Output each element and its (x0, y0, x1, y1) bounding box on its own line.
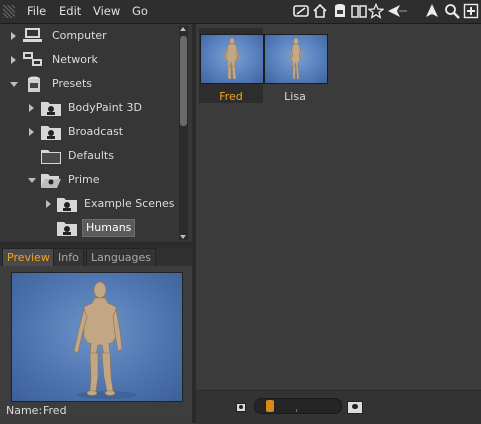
name-value: Fred (43, 404, 67, 417)
tab-preview[interactable]: Preview (2, 248, 55, 266)
back-icon[interactable] (386, 3, 408, 19)
tree-item-defaults[interactable]: Defaults (0, 144, 180, 168)
tab-info[interactable]: Info (53, 248, 84, 266)
menu-go[interactable]: Go (132, 4, 148, 18)
layout-icon[interactable] (293, 3, 309, 19)
tree-item-label: Example Scenes (84, 197, 175, 210)
scroll-down-icon[interactable] (180, 235, 186, 239)
thumbnail-fred[interactable] (200, 34, 264, 84)
tree-item-prime[interactable]: Prime (0, 168, 180, 192)
expand-arrow-icon[interactable] (11, 32, 16, 40)
human-figure-icon (223, 37, 240, 80)
expand-arrow-icon[interactable] (46, 200, 51, 208)
folder-icon (40, 123, 62, 141)
large-thumbnail-icon[interactable] (347, 401, 363, 414)
collapse-arrow-icon[interactable] (10, 82, 18, 87)
folder-tree: Computer Network Presets BodyPaint 3D Br… (0, 24, 193, 242)
expand-arrow-icon[interactable] (29, 128, 34, 136)
folder-icon (40, 99, 62, 117)
tree-item-label: Prime (68, 173, 100, 186)
tree-item-label: Humans (82, 219, 136, 237)
tree-item-label: BodyPaint 3D (68, 101, 142, 114)
menu-edit[interactable]: Edit (59, 4, 81, 18)
menu-file[interactable]: File (27, 4, 46, 18)
small-thumbnail-icon[interactable] (236, 403, 246, 412)
folder-icon (56, 219, 78, 237)
tree-item-label: Presets (52, 77, 93, 90)
star-icon[interactable] (368, 3, 384, 19)
search-icon[interactable] (444, 3, 460, 19)
new-window-icon[interactable] (463, 3, 479, 19)
preview-image (11, 272, 183, 402)
folder-open-icon (40, 171, 62, 189)
tab-languages[interactable]: Languages (86, 248, 157, 266)
folder-icon (40, 147, 62, 165)
preset-icon (24, 75, 46, 93)
tree-item-broadcast[interactable]: Broadcast (0, 120, 180, 144)
tree-item-label: Computer (52, 29, 107, 42)
tree-item-humans[interactable]: Humans (0, 216, 180, 240)
thumbnail-label-lisa[interactable]: Lisa (263, 90, 327, 103)
tree-item-example-scenes[interactable]: Example Scenes (0, 192, 180, 216)
human-figure-icon (73, 281, 137, 399)
tree-item-presets[interactable]: Presets (0, 72, 180, 96)
thumbnail-label-fred[interactable]: Fred (199, 90, 263, 103)
home-icon[interactable] (312, 3, 328, 19)
expand-arrow-icon[interactable] (29, 104, 34, 112)
drag-grip-icon[interactable] (3, 5, 15, 18)
collapse-arrow-icon[interactable] (28, 178, 36, 183)
folder-icon (56, 195, 78, 213)
computer-icon (22, 27, 44, 45)
tree-item-label: Defaults (68, 149, 114, 162)
menu-view[interactable]: View (93, 4, 120, 18)
tab-bar: Preview Info Languages (0, 248, 192, 266)
slider-tick (296, 409, 297, 412)
tree-item-label: Broadcast (68, 125, 124, 138)
catalog-icon[interactable] (332, 3, 348, 19)
tree-scrollbar-thumb[interactable] (180, 36, 187, 126)
tree-item-computer[interactable]: Computer (0, 24, 180, 48)
name-label: Name: (6, 404, 43, 417)
up-icon[interactable] (424, 3, 440, 19)
tree-item-network[interactable]: Network (0, 48, 180, 72)
thumbnail-lisa[interactable] (264, 34, 328, 84)
tree-item-label: Network (52, 53, 98, 66)
human-figure-icon (289, 37, 303, 80)
expand-arrow-icon[interactable] (11, 56, 16, 64)
network-icon (22, 51, 44, 69)
zoom-slider-handle[interactable] (265, 400, 274, 412)
tree-item-bodypaint[interactable]: BodyPaint 3D (0, 96, 180, 120)
book-icon[interactable] (351, 3, 367, 19)
scroll-up-icon[interactable] (180, 27, 186, 31)
